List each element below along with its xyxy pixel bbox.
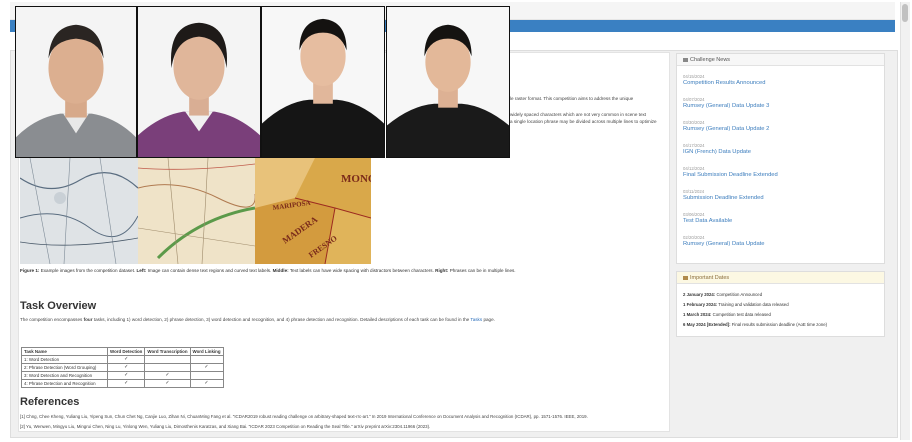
organizer-photo: [386, 6, 510, 158]
column-header: Word Detection: [106, 347, 146, 356]
news-title-link[interactable]: Competition Results Announced: [683, 80, 766, 86]
reference-item: [1] Chng, Chee Kheng, Yuliang Liu, Yipen…: [20, 414, 588, 419]
scrollbar-thumb[interactable]: [902, 4, 908, 22]
intro-text-fragment: widely spaced characters which are not v…: [510, 112, 647, 117]
column-header: Word Linking: [189, 347, 224, 356]
map-image-middle: [138, 158, 255, 264]
intro-text-fragment: a single location phrase may be divided …: [510, 119, 657, 124]
organizer-photo: [261, 6, 385, 158]
task-overview-heading: Task Overview: [20, 300, 97, 312]
checkmark-cell: [189, 370, 224, 380]
news-title-link[interactable]: Rumsey (General) Data Update: [683, 241, 765, 247]
figure-caption: Figure 1: Example images from the compet…: [20, 268, 516, 273]
checkmark-cell: [144, 362, 191, 372]
challenge-news-panel: Challenge News 04/15/2024 Competition Re…: [676, 53, 885, 264]
column-header: Word Transcription: [144, 347, 191, 356]
news-title-link[interactable]: IGN (French) Data Update: [683, 149, 751, 155]
checkmark-cell: [144, 354, 191, 364]
task-overview-description: The competition encompasses four tasks, …: [20, 317, 495, 322]
checkmark-cell: [189, 354, 224, 364]
news-item[interactable]: 04/12/2024 Final Submission Deadline Ext…: [683, 166, 778, 178]
column-header: Task Name: [21, 347, 108, 356]
reference-item: [2] Yu, Wenwen, Mingyu Liu, Mingrui Chen…: [20, 424, 431, 429]
news-date: 03/30/2024: [683, 120, 705, 125]
important-dates-panel: Important Dates 2 January 2024: Competit…: [676, 271, 885, 337]
news-title-link[interactable]: Rumsey (General) Data Update 2: [683, 126, 769, 132]
news-date: 03/06/2024: [683, 212, 705, 217]
news-item[interactable]: 04/15/2024 Competition Results Announced: [683, 74, 766, 86]
news-date: 04/07/2024: [683, 97, 705, 102]
news-item[interactable]: 04/17/2024 IGN (French) Data Update: [683, 143, 751, 155]
map-image-left: [20, 158, 138, 264]
checkmark-cell: ✓: [144, 370, 191, 380]
checkmark-cell: ✓: [106, 354, 146, 364]
table-row: 2: Phrase Detection (Word Grouping) ✓ ✓: [21, 362, 224, 372]
news-date: 04/12/2024: [683, 166, 705, 171]
checkmark-cell: ✓: [189, 378, 224, 388]
news-item[interactable]: 03/11/2024 Submission Deadline Extended: [683, 189, 764, 201]
references-heading: References: [20, 396, 80, 408]
table-row: 1: Word Detection ✓: [21, 354, 224, 364]
checkmark-cell: ✓: [189, 362, 224, 372]
map-label: MONO: [341, 173, 371, 185]
tasks-link[interactable]: Tasks: [470, 317, 482, 322]
news-title-link[interactable]: Submission Deadline Extended: [683, 195, 764, 201]
intro-text-fragment: le raster format. This competition aims …: [510, 96, 634, 101]
organizer-photo: [15, 6, 137, 158]
challenge-news-header: Challenge News: [677, 54, 884, 66]
task-table: Task Name Word Detection Word Transcript…: [21, 347, 224, 388]
task-name-cell: 1: Word Detection: [21, 354, 108, 364]
organizer-photo: [137, 6, 261, 158]
news-title-link[interactable]: Final Submission Deadline Extended: [683, 172, 778, 178]
checkmark-cell: ✓: [106, 362, 146, 372]
important-dates-header: Important Dates: [677, 272, 884, 284]
checkmark-cell: ✓: [106, 370, 146, 380]
news-date: 04/15/2024: [683, 74, 705, 79]
news-item[interactable]: 03/06/2024 Test Data Available: [683, 212, 732, 224]
news-date: 04/17/2024: [683, 143, 705, 148]
news-item[interactable]: 03/30/2024 Rumsey (General) Data Update …: [683, 120, 769, 132]
map-image-right: MONO MARIPOSA MADERA FRESNO: [255, 158, 371, 264]
task-name-cell: 4: Phrase Detection and Recognition: [21, 378, 108, 388]
calendar-icon: [683, 275, 688, 280]
news-item[interactable]: 04/07/2024 Rumsey (General) Data Update …: [683, 97, 769, 109]
table-header-row: Task Name Word Detection Word Transcript…: [21, 347, 224, 356]
news-item[interactable]: 02/20/2024 Rumsey (General) Data Update: [683, 235, 765, 247]
table-row: 4: Phrase Detection and Recognition ✓ ✓ …: [21, 378, 224, 388]
scrollbar-track[interactable]: [900, 2, 910, 440]
checkmark-cell: ✓: [144, 378, 191, 388]
date-row: 2 January 2024: Competition Announced: [683, 292, 763, 297]
news-date: 02/20/2024: [683, 235, 705, 240]
news-date: 03/11/2024: [683, 189, 705, 194]
date-row: 6 May 2024 [Extended]: Final results sub…: [683, 322, 828, 327]
news-title-link[interactable]: Test Data Available: [683, 218, 732, 224]
table-row: 3: Word Detection and Recognition ✓ ✓: [21, 370, 224, 380]
date-row: 1 March 2024: Competition test data rele…: [683, 312, 771, 317]
news-icon: [683, 57, 688, 62]
task-name-cell: 2: Phrase Detection (Word Grouping): [21, 362, 108, 372]
date-row: 1 February 2024: Training and validation…: [683, 302, 789, 307]
task-name-cell: 3: Word Detection and Recognition: [21, 370, 108, 380]
news-title-link[interactable]: Rumsey (General) Data Update 3: [683, 103, 769, 109]
checkmark-cell: ✓: [106, 378, 146, 388]
